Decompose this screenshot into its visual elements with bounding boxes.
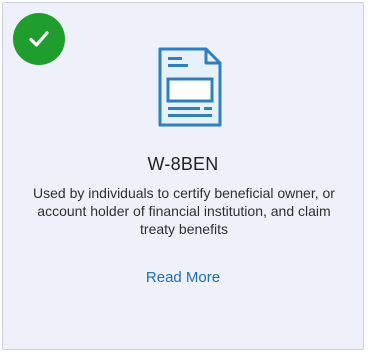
form-description: Used by individuals to certify beneficia… — [33, 185, 335, 237]
form-title: W-8BEN — [147, 154, 219, 174]
read-more-link[interactable]: Read More — [3, 269, 363, 286]
check-icon — [29, 31, 49, 47]
form-card-w8ben[interactable]: W-8BEN Used by individuals to certify be… — [2, 2, 364, 350]
document-icon — [158, 47, 222, 127]
selected-badge — [13, 13, 65, 65]
